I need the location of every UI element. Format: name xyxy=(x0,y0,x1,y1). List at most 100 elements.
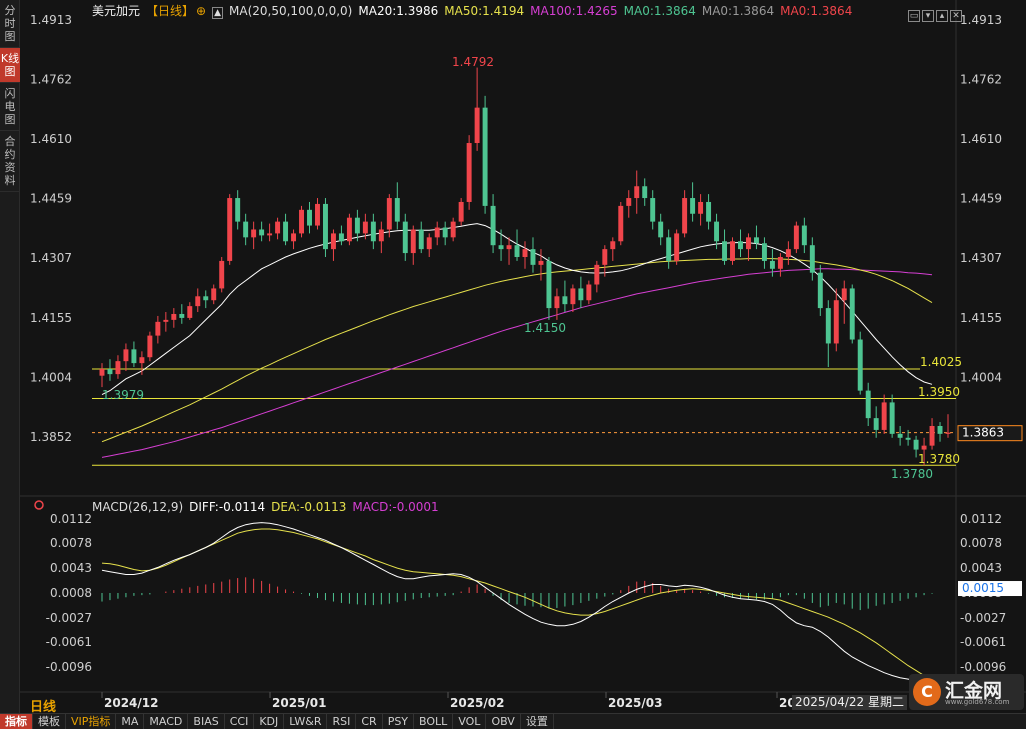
line-label: 1.3780 xyxy=(918,452,960,466)
toolbar-boll[interactable]: BOLL xyxy=(414,714,454,729)
candle-body xyxy=(99,369,105,376)
candle-body xyxy=(865,390,871,419)
candle-body xyxy=(203,296,209,301)
candle-body xyxy=(155,321,161,336)
candle-body xyxy=(426,237,432,250)
price-axis-label-right: 1.4762 xyxy=(960,72,1002,86)
candle-body xyxy=(283,221,289,242)
macd-axis-label-right: 0.0112 xyxy=(960,512,1002,526)
candle-body xyxy=(195,296,201,307)
candle-body xyxy=(275,221,281,234)
toolbar-psy[interactable]: PSY xyxy=(383,714,415,729)
toolbar-settings[interactable]: 设置 xyxy=(521,714,554,729)
low-annotation: 1.4150 xyxy=(524,321,566,335)
brand-logo: C 汇金网 www.gold678.com xyxy=(909,674,1024,710)
tab-kline[interactable]: K线图 xyxy=(0,48,20,83)
toolbar-indicators[interactable]: 指标 xyxy=(0,714,33,729)
candle-body xyxy=(921,445,927,450)
chart-canvas[interactable]: 1.4913 1.4913 1.4762 1.4762 1.4610 1.4610 1.44… xyxy=(20,0,1026,713)
candle-body xyxy=(171,313,177,320)
toolbar-cr[interactable]: CR xyxy=(356,714,383,729)
candle-body xyxy=(833,300,839,344)
price-axis-label-left: 1.4004 xyxy=(30,370,72,384)
candle-body xyxy=(746,237,751,250)
candle-body xyxy=(506,245,512,250)
candle-body xyxy=(227,198,233,261)
candle-body xyxy=(458,201,464,222)
minimize-icon[interactable]: ▾ xyxy=(922,10,934,22)
low-annotation: 1.3780 xyxy=(891,467,933,481)
macd-axis-label-left: 0.0043 xyxy=(50,561,92,575)
candle-body xyxy=(690,198,696,214)
candle-body xyxy=(346,217,352,242)
candle-body xyxy=(187,306,193,318)
candle-body xyxy=(147,335,153,358)
toolbar-vip[interactable]: VIP指标 xyxy=(66,714,117,729)
price-axis-label-left: 1.4913 xyxy=(30,13,72,27)
toolbar-template[interactable]: 模板 xyxy=(33,714,66,729)
candle-body xyxy=(299,209,304,234)
left-tab-bar: 分时图 K线图 闪电图 合约资料 xyxy=(0,0,20,713)
candle-body xyxy=(881,402,887,430)
macd-axis-label-right: -0.0061 xyxy=(960,635,1006,649)
candle-body xyxy=(307,209,312,226)
candle-body xyxy=(841,288,847,301)
candle-body xyxy=(163,319,169,322)
x-axis-label: 2025/03 xyxy=(608,696,662,710)
price-axis-label-left: 1.4155 xyxy=(30,311,72,325)
x-axis-label: 2025/02 xyxy=(450,696,504,710)
tab-flash[interactable]: 闪电图 xyxy=(0,83,20,131)
candle-body xyxy=(753,237,759,244)
candle-body xyxy=(809,245,815,273)
candle-body xyxy=(211,288,217,301)
candle-body xyxy=(522,249,528,257)
candle-body xyxy=(801,225,807,246)
candle-body xyxy=(626,198,632,206)
toolbar-kdj[interactable]: KDJ xyxy=(254,714,285,729)
candle-body xyxy=(594,264,600,285)
period-tag[interactable]: 【日线】 xyxy=(146,4,194,18)
candle-body xyxy=(322,203,328,250)
candle-body xyxy=(857,339,863,391)
collapse-icon[interactable]: ▭ xyxy=(908,10,920,22)
toolbar-ma[interactable]: MA xyxy=(116,714,145,729)
indicator-dot-icon xyxy=(34,500,44,510)
price-axis-label-right: 1.4307 xyxy=(960,251,1002,265)
candle-body xyxy=(115,361,121,375)
candle-body xyxy=(498,245,504,250)
candle-body xyxy=(538,260,544,265)
candle-body xyxy=(107,369,113,375)
candle-body xyxy=(722,241,728,261)
toolbar-rsi[interactable]: RSI xyxy=(327,714,357,729)
price-axis-label-left: 1.4459 xyxy=(30,191,72,205)
price-axis-label-left: 1.4610 xyxy=(30,132,72,146)
close-icon[interactable]: ✕ xyxy=(950,10,962,22)
candle-body xyxy=(586,284,592,301)
toolbar-vol[interactable]: VOL xyxy=(453,714,487,729)
candle-body xyxy=(362,221,368,234)
tab-contract-info[interactable]: 合约资料 xyxy=(0,131,20,192)
candle-body xyxy=(785,249,791,257)
toolbar-lwr[interactable]: LW&R xyxy=(284,714,328,729)
ma0-gray: MA0:1.3864 xyxy=(701,4,775,18)
toolbar-obv[interactable]: OBV xyxy=(486,714,521,729)
macd-axis-label-right: -0.0096 xyxy=(960,660,1006,674)
candle-body xyxy=(706,201,712,222)
toolbar-macd[interactable]: MACD xyxy=(144,714,189,729)
candle-body xyxy=(817,272,823,309)
candle-body xyxy=(386,198,392,230)
macd-header: MACD(26,12,9) DIFF:-0.0114 DEA:-0.0113 MACD… xyxy=(92,500,445,514)
candle-body xyxy=(610,241,616,250)
cursor-date: 2025/04/22 星期二 xyxy=(792,695,907,710)
tab-time-share[interactable]: 分时图 xyxy=(0,0,20,48)
ma-icon[interactable]: ▲ xyxy=(212,7,224,19)
ma100-value: MA100:1.4265 xyxy=(530,4,618,18)
maximize-icon[interactable]: ▴ xyxy=(936,10,948,22)
candle-body xyxy=(897,433,903,438)
settings-icon[interactable]: ⊕ xyxy=(196,4,206,18)
ma50-value: MA50:1.4194 xyxy=(444,4,525,18)
candle-body xyxy=(602,249,608,265)
toolbar-bias[interactable]: BIAS xyxy=(188,714,225,729)
candle-body xyxy=(394,198,400,222)
toolbar-cci[interactable]: CCI xyxy=(225,714,255,729)
